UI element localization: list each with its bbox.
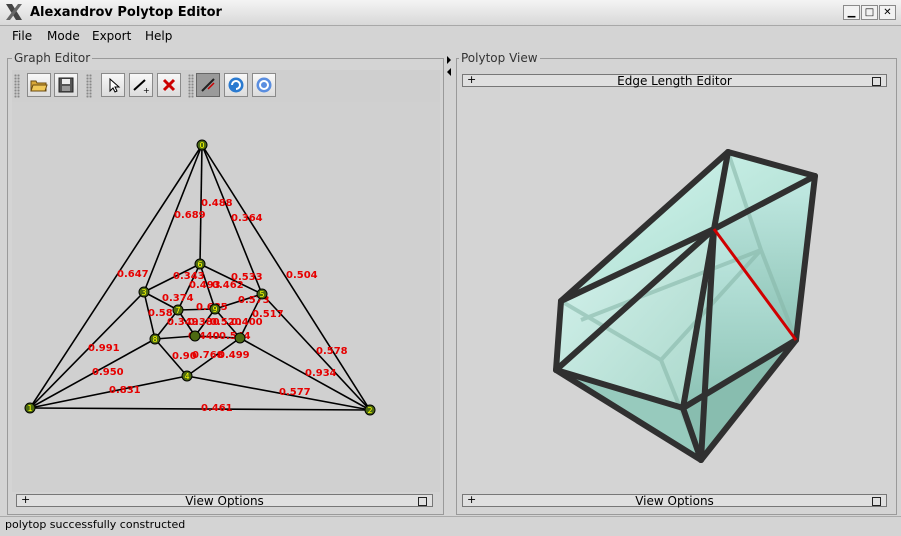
construct-button[interactable] [252, 73, 276, 97]
edge-label[interactable]: 0.991 [88, 343, 120, 354]
svg-text:+: + [143, 86, 150, 94]
x-logo-icon [6, 4, 22, 20]
open-icon [30, 80, 48, 92]
vertex-label: 5 [259, 290, 264, 299]
toolbar-grip[interactable] [14, 74, 20, 98]
edge-label[interactable]: 0.577 [279, 387, 311, 398]
vertex-label: 4 [184, 372, 189, 381]
edge-label[interactable]: 0.374 [162, 293, 194, 304]
edge-label[interactable]: 0.364 [231, 213, 263, 224]
vertex[interactable] [189, 330, 201, 342]
status-bar: polytop successfully constructed [0, 516, 901, 536]
edge-label[interactable]: 0.578 [316, 346, 348, 357]
edge-label[interactable]: 0.504 [286, 270, 318, 281]
edge-length-icon [201, 78, 215, 92]
vertex-label: 3 [141, 288, 146, 297]
polytop-view-options-bar[interactable]: + View Options [462, 493, 887, 508]
vertex[interactable]: 0 [196, 139, 208, 151]
vertex[interactable]: 6 [194, 258, 206, 270]
refresh-button[interactable] [224, 73, 248, 97]
toggle-square-icon[interactable] [872, 497, 881, 506]
title-bar: Alexandrov Polytop Editor ▁ □ ✕ [0, 0, 901, 26]
save-button[interactable] [54, 73, 78, 97]
open-button[interactable] [27, 73, 51, 97]
select-pointer-icon [109, 77, 121, 93]
menu-help[interactable]: Help [145, 29, 172, 43]
window-title: Alexandrov Polytop Editor [30, 5, 222, 20]
edge-label[interactable]: 0.400 [231, 317, 263, 328]
collapse-arrows-icon[interactable] [446, 54, 452, 84]
polytop-view-title: Polytop View [459, 51, 540, 65]
edge-label[interactable]: 0.831 [109, 385, 141, 396]
vertex-label: 6 [197, 260, 202, 269]
edge-label[interactable]: 0.499 [218, 350, 250, 361]
menu-bar: File Mode Export Help [0, 26, 901, 46]
edge-length-button[interactable] [196, 73, 220, 97]
graph-editor-title: Graph Editor [12, 51, 93, 65]
polytop-render[interactable] [461, 90, 889, 490]
polytop-3d-view[interactable] [461, 90, 889, 490]
menu-file[interactable]: File [12, 29, 32, 43]
toggle-square-icon[interactable] [418, 497, 427, 506]
vertex-label: 8 [152, 335, 157, 344]
edge-label[interactable]: 0.488 [201, 198, 233, 209]
status-text: polytop successfully constructed [5, 518, 186, 531]
edge-length-editor-bar[interactable]: + Edge Length Editor [462, 73, 887, 88]
add-edge-icon: + [133, 79, 150, 94]
graph-edge[interactable] [29, 407, 371, 411]
menu-mode[interactable]: Mode [47, 29, 80, 43]
maximize-button[interactable]: □ [861, 5, 878, 20]
delete-button[interactable] [157, 73, 181, 97]
construct-icon [256, 77, 272, 93]
graph-view-options-label[interactable]: View Options [17, 494, 432, 508]
vertex-label: 1 [27, 404, 32, 413]
toolbar-grip[interactable] [86, 74, 92, 98]
vertex[interactable]: 9 [209, 303, 221, 315]
save-icon [58, 77, 74, 93]
vertex[interactable]: 7 [172, 304, 184, 316]
toolbar-grip[interactable] [188, 74, 194, 98]
graph-view-options-bar[interactable]: + View Options [16, 493, 433, 508]
vertex[interactable]: 2 [364, 404, 376, 416]
vertex[interactable] [234, 332, 246, 344]
delete-icon [162, 78, 176, 92]
edge-label[interactable]: 0.461 [201, 403, 233, 414]
polytop-view-options-label[interactable]: View Options [463, 494, 886, 508]
edge-label[interactable]: 0.493 [189, 280, 221, 291]
vertex[interactable]: 4 [181, 370, 193, 382]
vertex-label: 7 [175, 306, 180, 315]
vertex-label: 2 [367, 406, 372, 415]
edge-length-editor-label[interactable]: Edge Length Editor [463, 74, 886, 88]
graph-drawing[interactable]: 0.488 0.689 0.364 0.647 0.343 0.533 0.50… [12, 102, 440, 492]
close-button[interactable]: ✕ [879, 5, 896, 20]
select-button[interactable] [101, 73, 125, 97]
add-edge-button[interactable]: + [129, 73, 153, 97]
edge-label[interactable]: 0.950 [92, 367, 124, 378]
edge-label[interactable]: 0.689 [174, 210, 206, 221]
refresh-icon [228, 77, 244, 93]
vertex[interactable]: 1 [24, 402, 36, 414]
graph-canvas[interactable]: 0.488 0.689 0.364 0.647 0.343 0.533 0.50… [12, 102, 440, 492]
vertex-label: 0 [199, 141, 204, 150]
vertex[interactable]: 8 [149, 333, 161, 345]
vertex-label: 9 [212, 305, 217, 314]
toggle-square-icon[interactable] [872, 77, 881, 86]
split-pane-divider[interactable] [446, 48, 452, 515]
minimize-button[interactable]: ▁ [843, 5, 860, 20]
menu-export[interactable]: Export [92, 29, 131, 43]
vertex[interactable]: 3 [138, 286, 150, 298]
edge-label[interactable]: 0.647 [117, 269, 149, 280]
vertex[interactable]: 5 [256, 288, 268, 300]
graph-toolbar: + [12, 70, 440, 102]
edge-label[interactable]: 0.934 [305, 368, 337, 379]
